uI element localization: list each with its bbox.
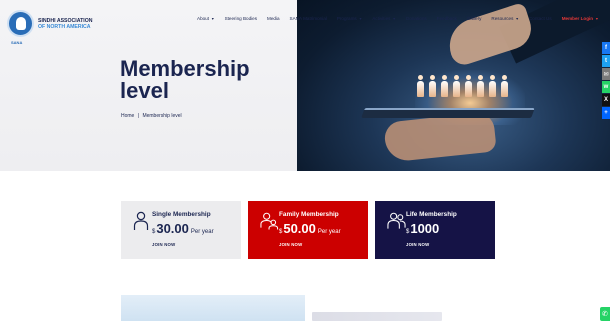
nav-item-label: Activities — [372, 16, 391, 21]
share-icon[interactable]: + — [602, 107, 610, 119]
nav-item-member-login[interactable]: Member Login ▼ — [562, 16, 599, 21]
chevron-down-icon: ▼ — [595, 16, 599, 21]
nav-item-gallery[interactable]: Gallery — [467, 16, 482, 21]
hero-section: SINDHI ASSOCIATION OF NORTH AMERICA SANA… — [0, 0, 610, 171]
logo-line-2: OF NORTH AMERICA — [38, 23, 91, 30]
family-icon — [260, 212, 279, 230]
site-logo[interactable]: SINDHI ASSOCIATION OF NORTH AMERICA SANA — [7, 10, 93, 45]
nav-item-about[interactable]: About ▼ — [197, 16, 215, 21]
hero-hand-shape — [383, 111, 497, 163]
breadcrumb-separator: | — [137, 113, 140, 119]
nav-item-label: Media — [267, 16, 280, 21]
hero-people-figures — [417, 75, 508, 99]
main-nav: About ▼ Steering Bodies Media SANA Matrimoni… — [197, 16, 609, 21]
nav-item-media[interactable]: Media — [267, 16, 280, 21]
family-membership-card[interactable]: Family Membership $ 50.00 Per year JOIN … — [248, 201, 368, 259]
nav-item-label: Feedback — [436, 16, 457, 21]
whatsapp-icon[interactable]: w — [602, 81, 610, 93]
group-icon — [387, 212, 406, 229]
card-price: $ 30.00 Per year — [152, 221, 214, 236]
nav-item-sana-matrimonial[interactable]: SANA Matrimonial — [290, 16, 327, 21]
nav-item-resources[interactable]: Resources ▼ — [491, 16, 519, 21]
card-title: Life Membership — [406, 211, 457, 218]
nav-item-label: Steering Bodies — [224, 16, 258, 21]
breadcrumb: Home | Membership level — [120, 113, 183, 119]
card-price: $ 1000 — [406, 221, 441, 236]
single-membership-card[interactable]: Single Membership $ 30.00 Per year JOIN … — [121, 201, 241, 259]
email-icon[interactable]: ✉ — [602, 68, 610, 80]
breadcrumb-current: Membership level — [142, 113, 182, 119]
nav-item-feedback[interactable]: Feedback — [437, 16, 457, 21]
nav-item-donations[interactable]: Donations — [406, 16, 427, 21]
card-title: Single Membership — [152, 211, 211, 218]
section-image — [121, 295, 305, 321]
currency-symbol: $ — [406, 229, 410, 235]
nav-item-label: SANA Matrimonial — [289, 16, 327, 21]
card-price: $ 50.00 Per year — [279, 221, 341, 236]
currency-symbol: $ — [279, 229, 283, 235]
person-icon — [133, 211, 149, 230]
chevron-down-icon: ▼ — [515, 16, 519, 21]
join-now-link[interactable]: JOIN NOW — [406, 242, 429, 247]
x-icon[interactable]: X — [602, 94, 610, 106]
nav-item-label: Gallery — [466, 16, 482, 21]
price-period: Per year — [317, 229, 341, 235]
facebook-icon[interactable]: f — [602, 42, 610, 54]
join-now-link[interactable]: JOIN NOW — [152, 242, 175, 247]
nav-item-steering-bodies[interactable]: Steering Bodies — [225, 16, 257, 21]
twitter-icon[interactable]: t — [602, 55, 610, 67]
nav-item-programs[interactable]: Programs ▼ — [337, 16, 362, 21]
hero-image — [297, 0, 610, 171]
chevron-down-icon: ▼ — [392, 16, 396, 21]
breadcrumb-home[interactable]: Home — [121, 113, 134, 119]
logo-emblem-icon — [7, 10, 34, 37]
currency-symbol: $ — [152, 229, 156, 235]
hero-tablet-shape — [361, 108, 535, 118]
join-now-link[interactable]: JOIN NOW — [279, 242, 302, 247]
nav-item-label: Donations — [405, 16, 427, 21]
share-bar: f t ✉ w X + — [602, 42, 610, 119]
price-period: Per year — [190, 229, 214, 235]
nav-item-label: Programs — [336, 16, 357, 21]
life-membership-card[interactable]: Life Membership $ 1000 JOIN NOW — [375, 201, 495, 259]
nav-item-label: Contact Us — [528, 16, 552, 21]
nav-item-label: Member Login — [561, 16, 594, 21]
logo-line-1: SINDHI ASSOCIATION — [38, 17, 93, 24]
logo-tag: SANA — [11, 40, 23, 45]
nav-item-label: Resources — [491, 16, 514, 21]
nav-item-label: About — [197, 16, 210, 21]
price-amount: 30.00 — [156, 221, 189, 236]
nav-item-contact-us[interactable]: Contact Us — [529, 16, 552, 21]
page-title: Membership level — [120, 56, 250, 103]
nav-item-activities[interactable]: Activities ▼ — [372, 16, 396, 21]
card-title: Family Membership — [279, 211, 339, 218]
chevron-down-icon: ▼ — [211, 16, 215, 21]
price-amount: 50.00 — [283, 221, 316, 236]
chevron-down-icon: ▼ — [358, 16, 363, 21]
whatsapp-chat-icon[interactable]: ✆ — [600, 307, 610, 321]
section-heading-partial — [312, 312, 442, 321]
price-amount: 1000 — [410, 221, 440, 236]
